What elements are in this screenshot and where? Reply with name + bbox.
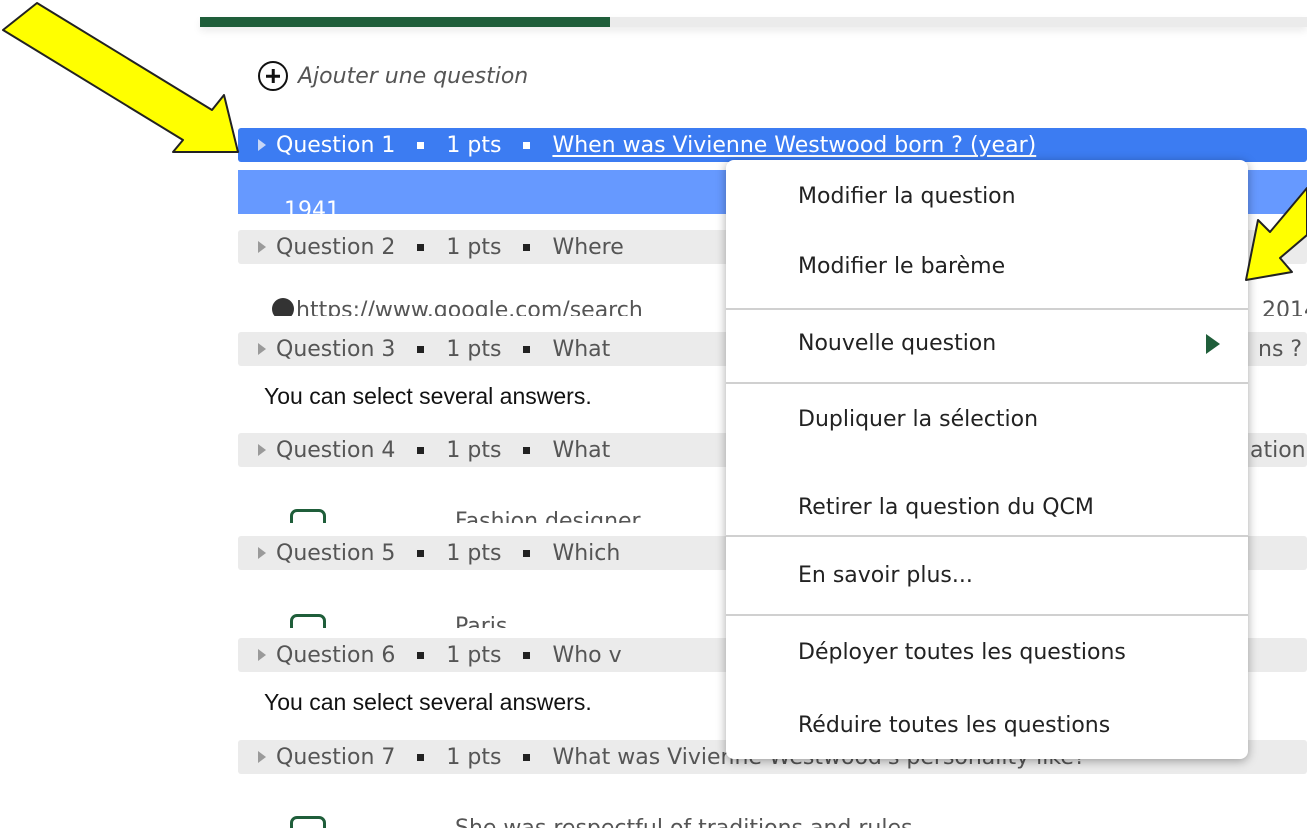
question-title: What bbox=[552, 437, 611, 463]
question-row-1[interactable]: Question 1 1 pts When was Vivienne Westw… bbox=[238, 128, 1307, 162]
answer-text: She was respectful of traditions and rul… bbox=[455, 816, 912, 828]
separator-dot bbox=[417, 446, 425, 454]
separator-dot bbox=[523, 753, 531, 761]
question-label: Question 1 bbox=[276, 132, 396, 158]
expand-triangle-icon[interactable] bbox=[258, 139, 266, 151]
checkbox-icon[interactable] bbox=[290, 614, 326, 628]
separator-dot bbox=[523, 141, 531, 149]
question-label: Question 3 bbox=[276, 336, 396, 362]
answer-text: Paris bbox=[455, 614, 508, 628]
tab-active-indicator[interactable] bbox=[200, 17, 610, 27]
question-points: 1 pts bbox=[446, 132, 502, 158]
menu-item-edit-scale[interactable]: Modifier le barème bbox=[726, 242, 1248, 292]
expand-triangle-icon[interactable] bbox=[258, 444, 266, 456]
menu-divider bbox=[726, 382, 1248, 384]
question-title: Which bbox=[552, 540, 621, 566]
question-label: Question 7 bbox=[276, 744, 396, 770]
menu-item-duplicate-selection[interactable]: Dupliquer la sélection bbox=[726, 395, 1248, 445]
separator-dot bbox=[523, 243, 531, 251]
separator-dot bbox=[417, 345, 425, 353]
separator-dot bbox=[523, 446, 531, 454]
link-text[interactable]: https://www.google.com/search bbox=[296, 298, 643, 316]
expand-triangle-icon[interactable] bbox=[258, 547, 266, 559]
expand-triangle-icon[interactable] bbox=[258, 241, 266, 253]
question-points: 1 pts bbox=[446, 744, 502, 770]
annotation-arrow-right-icon bbox=[1245, 187, 1307, 281]
menu-item-label: Nouvelle question bbox=[798, 331, 997, 356]
question-label: Question 4 bbox=[276, 437, 396, 463]
question-title: Who v bbox=[552, 642, 622, 668]
question-title-tail: ation bbox=[1250, 437, 1306, 463]
answer-checkbox[interactable] bbox=[290, 812, 330, 828]
menu-item-new-question[interactable]: Nouvelle question bbox=[726, 319, 1248, 369]
context-menu: Modifier la question Modifier le barème … bbox=[726, 160, 1248, 759]
expand-triangle-icon[interactable] bbox=[258, 343, 266, 355]
question-label: Question 6 bbox=[276, 642, 396, 668]
plus-circle-icon bbox=[258, 61, 288, 91]
separator-dot bbox=[523, 651, 531, 659]
question-points: 1 pts bbox=[446, 336, 502, 362]
answer-checkbox[interactable] bbox=[290, 610, 330, 628]
separator-dot bbox=[417, 141, 425, 149]
add-question-button[interactable]: Ajouter une question bbox=[258, 58, 528, 94]
separator-dot bbox=[417, 753, 425, 761]
menu-item-expand-all[interactable]: Déployer toutes les questions bbox=[726, 628, 1248, 678]
submenu-arrow-icon bbox=[1206, 334, 1220, 354]
menu-divider bbox=[726, 614, 1248, 616]
checkbox-icon[interactable] bbox=[290, 816, 326, 828]
menu-item-edit-question[interactable]: Modifier la question bbox=[726, 172, 1248, 222]
question-title: What bbox=[552, 336, 611, 362]
www-globe-icon bbox=[272, 298, 294, 316]
expand-triangle-icon[interactable] bbox=[258, 751, 266, 763]
question-points: 1 pts bbox=[446, 642, 502, 668]
answer-text: Fashion designer bbox=[455, 509, 641, 523]
expand-triangle-icon[interactable] bbox=[258, 649, 266, 661]
multi-select-hint: You can select several answers. bbox=[264, 689, 592, 715]
question-points: 1 pts bbox=[446, 437, 502, 463]
question-label: Question 2 bbox=[276, 234, 396, 260]
separator-dot bbox=[417, 243, 425, 251]
checkbox-icon[interactable] bbox=[290, 509, 326, 523]
menu-item-learn-more[interactable]: En savoir plus... bbox=[726, 551, 1248, 601]
question-label: Question 5 bbox=[276, 540, 396, 566]
menu-divider bbox=[726, 308, 1248, 310]
question-points: 1 pts bbox=[446, 234, 502, 260]
question-title: When was Vivienne Westwood born ? (year) bbox=[552, 132, 1037, 158]
question-title-tail: ns ? bbox=[1258, 336, 1303, 362]
link-tail: 2014 bbox=[1262, 298, 1307, 316]
add-question-label: Ajouter une question bbox=[298, 63, 529, 89]
answer-value: 1941 bbox=[284, 198, 340, 214]
question-points: 1 pts bbox=[446, 540, 502, 566]
separator-dot bbox=[523, 549, 531, 557]
separator-dot bbox=[417, 549, 425, 557]
menu-divider bbox=[726, 535, 1248, 537]
separator-dot bbox=[523, 345, 531, 353]
annotation-arrow-left-icon bbox=[2, 2, 239, 153]
separator-dot bbox=[417, 651, 425, 659]
answer-checkbox[interactable] bbox=[290, 505, 330, 523]
menu-item-remove-question[interactable]: Retirer la question du QCM bbox=[726, 483, 1248, 533]
tab-bar bbox=[200, 17, 1307, 27]
menu-item-collapse-all[interactable]: Réduire toutes les questions bbox=[726, 701, 1248, 751]
question-title: Where bbox=[552, 234, 624, 260]
multi-select-hint: You can select several answers. bbox=[264, 383, 592, 409]
